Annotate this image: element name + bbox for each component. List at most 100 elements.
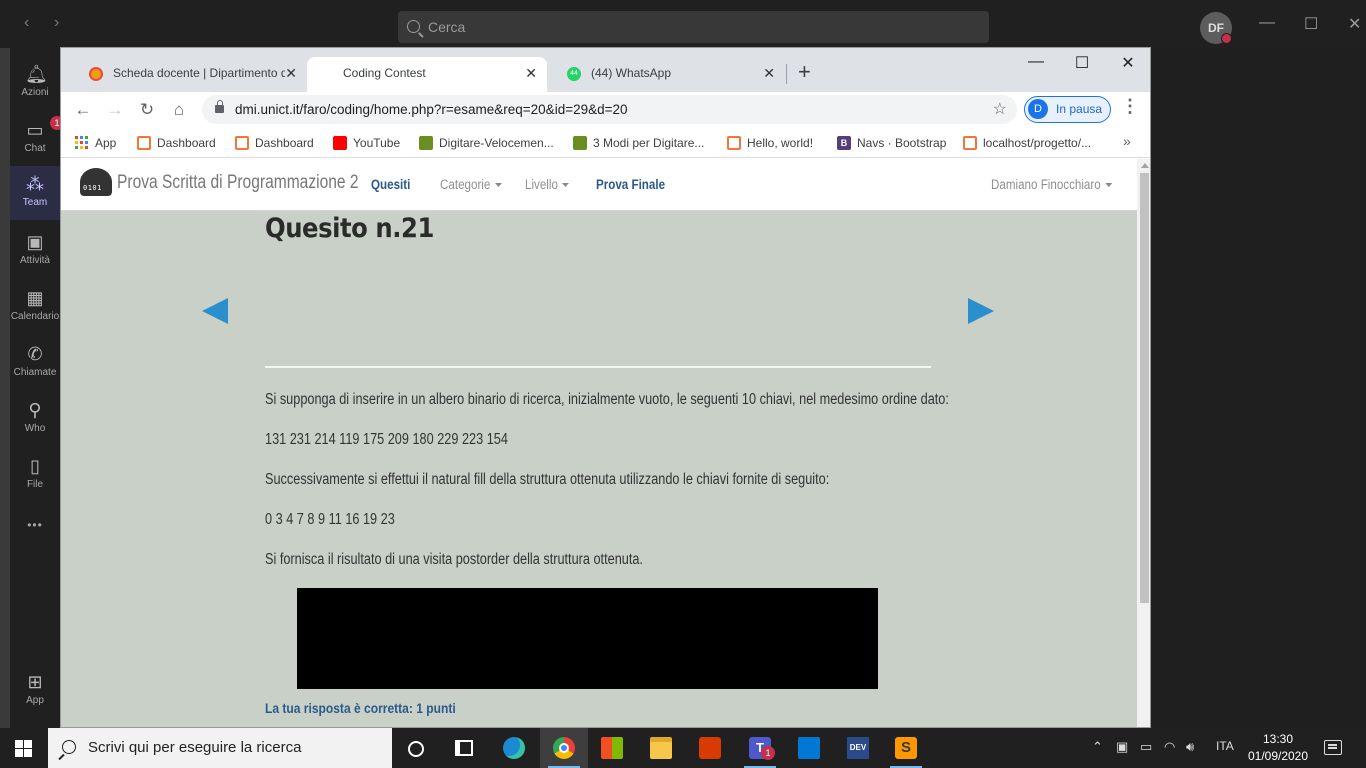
rail-item-file[interactable]: ▯ File	[10, 448, 60, 502]
previous-arrow-icon[interactable]	[202, 298, 228, 324]
bookmark-dashboard-1[interactable]: Dashboard	[137, 133, 216, 153]
rail-item-chat[interactable]: ▭ 1 Chat	[10, 112, 64, 166]
page-scrollbar[interactable]	[1137, 159, 1150, 727]
chevron-double-right-icon[interactable]: »	[1123, 133, 1131, 149]
taskbar-sublime[interactable]: S	[882, 728, 930, 768]
address-bar[interactable]: dmi.unict.it/faro/coding/home.php?r=esam…	[202, 95, 1017, 124]
bookmark-hello-world[interactable]: Hello, world!	[727, 133, 813, 153]
rail-item-who[interactable]: ⚲ Who	[10, 392, 60, 446]
devcpp-icon: DEV	[847, 737, 869, 759]
next-arrow-icon[interactable]	[968, 298, 994, 324]
tab-scheda-docente[interactable]: Scheda docente | Dipartimento di ✕	[69, 57, 307, 92]
profile-button[interactable]: D In pausa	[1024, 96, 1111, 123]
site-navbar: Prova Scritta di Programmazione 2 Quesit…	[61, 159, 1137, 211]
wifi-icon[interactable]: ◠	[1164, 739, 1175, 755]
rail-item-chiamate[interactable]: ✆ Chiamate	[10, 336, 60, 390]
clock-date: 01/09/2020	[1247, 749, 1309, 763]
forward-arrow-icon[interactable]: →	[101, 96, 129, 124]
tab-whatsapp[interactable]: 44 (44) WhatsApp ✕	[547, 57, 785, 92]
bookmark-label: Dashboard	[157, 136, 216, 150]
page-viewport: Prova Scritta di Programmazione 2 Quesit…	[61, 159, 1137, 727]
bootstrap-icon: B	[837, 136, 851, 150]
nav-label: Livello	[525, 177, 558, 192]
taskbar-devcpp[interactable]: DEV	[834, 728, 882, 768]
chrome-window: Scheda docente | Dipartimento di ✕ Codin…	[60, 47, 1151, 728]
bell-icon: 🔔︎	[25, 64, 48, 84]
reload-icon[interactable]: ↻	[133, 96, 161, 124]
battery-icon[interactable]: ▭	[1140, 739, 1152, 755]
taskbar-office[interactable]	[686, 728, 734, 768]
user-menu-dropdown[interactable]: Damiano Finocchiaro	[991, 177, 1112, 192]
tab-title: (44) WhatsApp	[591, 66, 672, 80]
nav-livello-dropdown[interactable]: Livello	[525, 177, 570, 192]
rail-item-app[interactable]: ⊞ App	[10, 664, 60, 718]
home-icon[interactable]: ⌂	[165, 96, 193, 124]
chevron-up-icon[interactable]: ⌃	[1092, 739, 1103, 755]
back-arrow-icon[interactable]: ‹	[24, 14, 29, 32]
teams-search-input[interactable]: Cerca	[398, 11, 989, 43]
tab-coding-contest[interactable]: Coding Contest ✕	[307, 57, 547, 92]
rail-item-label: Attività	[19, 255, 50, 266]
caret-down-icon	[562, 183, 570, 188]
search-icon	[407, 20, 420, 33]
star-icon[interactable]: ☆	[993, 95, 1007, 124]
windows-start-button[interactable]	[0, 728, 48, 768]
rail-more-button[interactable]: •••	[10, 510, 60, 540]
bookmark-app[interactable]: App	[75, 133, 116, 153]
minimize-icon[interactable]: —	[1013, 53, 1059, 71]
maximize-icon[interactable]: ☐	[1304, 14, 1318, 34]
bookmark-youtube[interactable]: YouTube	[333, 133, 400, 153]
language-indicator[interactable]: ITA	[1216, 739, 1234, 753]
forward-arrow-icon[interactable]: ›	[54, 14, 59, 32]
taskbar-mail[interactable]	[785, 728, 833, 768]
nav-categorie-dropdown[interactable]: Categorie	[440, 177, 502, 192]
bookmark-localhost[interactable]: localhost/progetto/...	[963, 133, 1091, 153]
close-tab-icon[interactable]: ✕	[763, 57, 775, 90]
taskbar-chrome[interactable]	[540, 728, 588, 768]
bookmark-dashboard-2[interactable]: Dashboard	[235, 133, 314, 153]
volume-icon[interactable]: 🔊︎	[1186, 739, 1194, 755]
scrollbar-thumb[interactable]	[1140, 173, 1149, 603]
bookmark-label: Hello, world!	[747, 136, 814, 150]
taskbar-search-placeholder: Scrivi qui per eseguire la ricerca	[88, 739, 302, 756]
network-drive-icon[interactable]: ▣	[1116, 739, 1128, 755]
close-icon[interactable]: ✕	[1105, 53, 1150, 73]
close-tab-icon[interactable]: ✕	[285, 57, 297, 90]
nav-quesiti[interactable]: Quesiti	[371, 177, 410, 192]
answer-field-redacted[interactable]	[297, 588, 878, 689]
avatar[interactable]: DF	[1200, 12, 1232, 44]
back-arrow-icon[interactable]: ←	[69, 96, 97, 124]
rail-item-calendario[interactable]: ▦ Calendario	[10, 280, 60, 334]
task-view-button[interactable]	[440, 728, 488, 768]
notification-center-icon[interactable]	[1324, 740, 1342, 755]
site-brand[interactable]: Prova Scritta di Programmazione 2	[117, 172, 359, 194]
people-search-icon: ⚲	[28, 400, 42, 420]
bookmark-label: App	[95, 136, 117, 150]
rail-item-azioni[interactable]: 🔔︎ Azioni	[10, 56, 60, 110]
system-clock[interactable]: 13:30 01/09/2020	[1246, 731, 1310, 765]
apps-icon: ⊞	[27, 672, 43, 692]
divider	[265, 366, 931, 368]
scroll-up-icon[interactable]	[1141, 163, 1149, 168]
taskbar-store[interactable]	[588, 728, 636, 768]
site-logo[interactable]	[80, 168, 112, 196]
bookmark-digitare-velocemente[interactable]: Digitare-Velocemen...	[419, 133, 554, 153]
cortana-button[interactable]	[392, 728, 440, 768]
close-icon[interactable]: ✕	[1348, 14, 1361, 34]
rail-item-team[interactable]: ⁂ Team	[10, 166, 60, 220]
rail-item-attivita[interactable]: ▣ Attività	[10, 224, 60, 278]
taskbar-teams[interactable]: T 1	[736, 728, 784, 768]
taskbar-file-explorer[interactable]	[637, 728, 685, 768]
apps-grid-icon	[75, 136, 89, 150]
bookmark-navs-bootstrap[interactable]: B Navs · Bootstrap	[837, 133, 946, 153]
rail-item-label: Chiamate	[13, 367, 57, 378]
maximize-icon[interactable]: ☐	[1059, 53, 1105, 73]
new-tab-button[interactable]: +	[798, 59, 811, 85]
minimize-icon[interactable]: —	[1259, 14, 1275, 32]
taskbar-search-input[interactable]: Scrivi qui per eseguire la ricerca	[48, 728, 392, 768]
close-tab-icon[interactable]: ✕	[525, 57, 537, 90]
taskbar-edge[interactable]	[490, 728, 538, 768]
kebab-menu-icon[interactable]: ⋮	[1121, 96, 1139, 117]
bookmark-3-modi[interactable]: 3 Modi per Digitare...	[573, 133, 704, 153]
nav-prova-finale[interactable]: Prova Finale	[596, 177, 665, 192]
